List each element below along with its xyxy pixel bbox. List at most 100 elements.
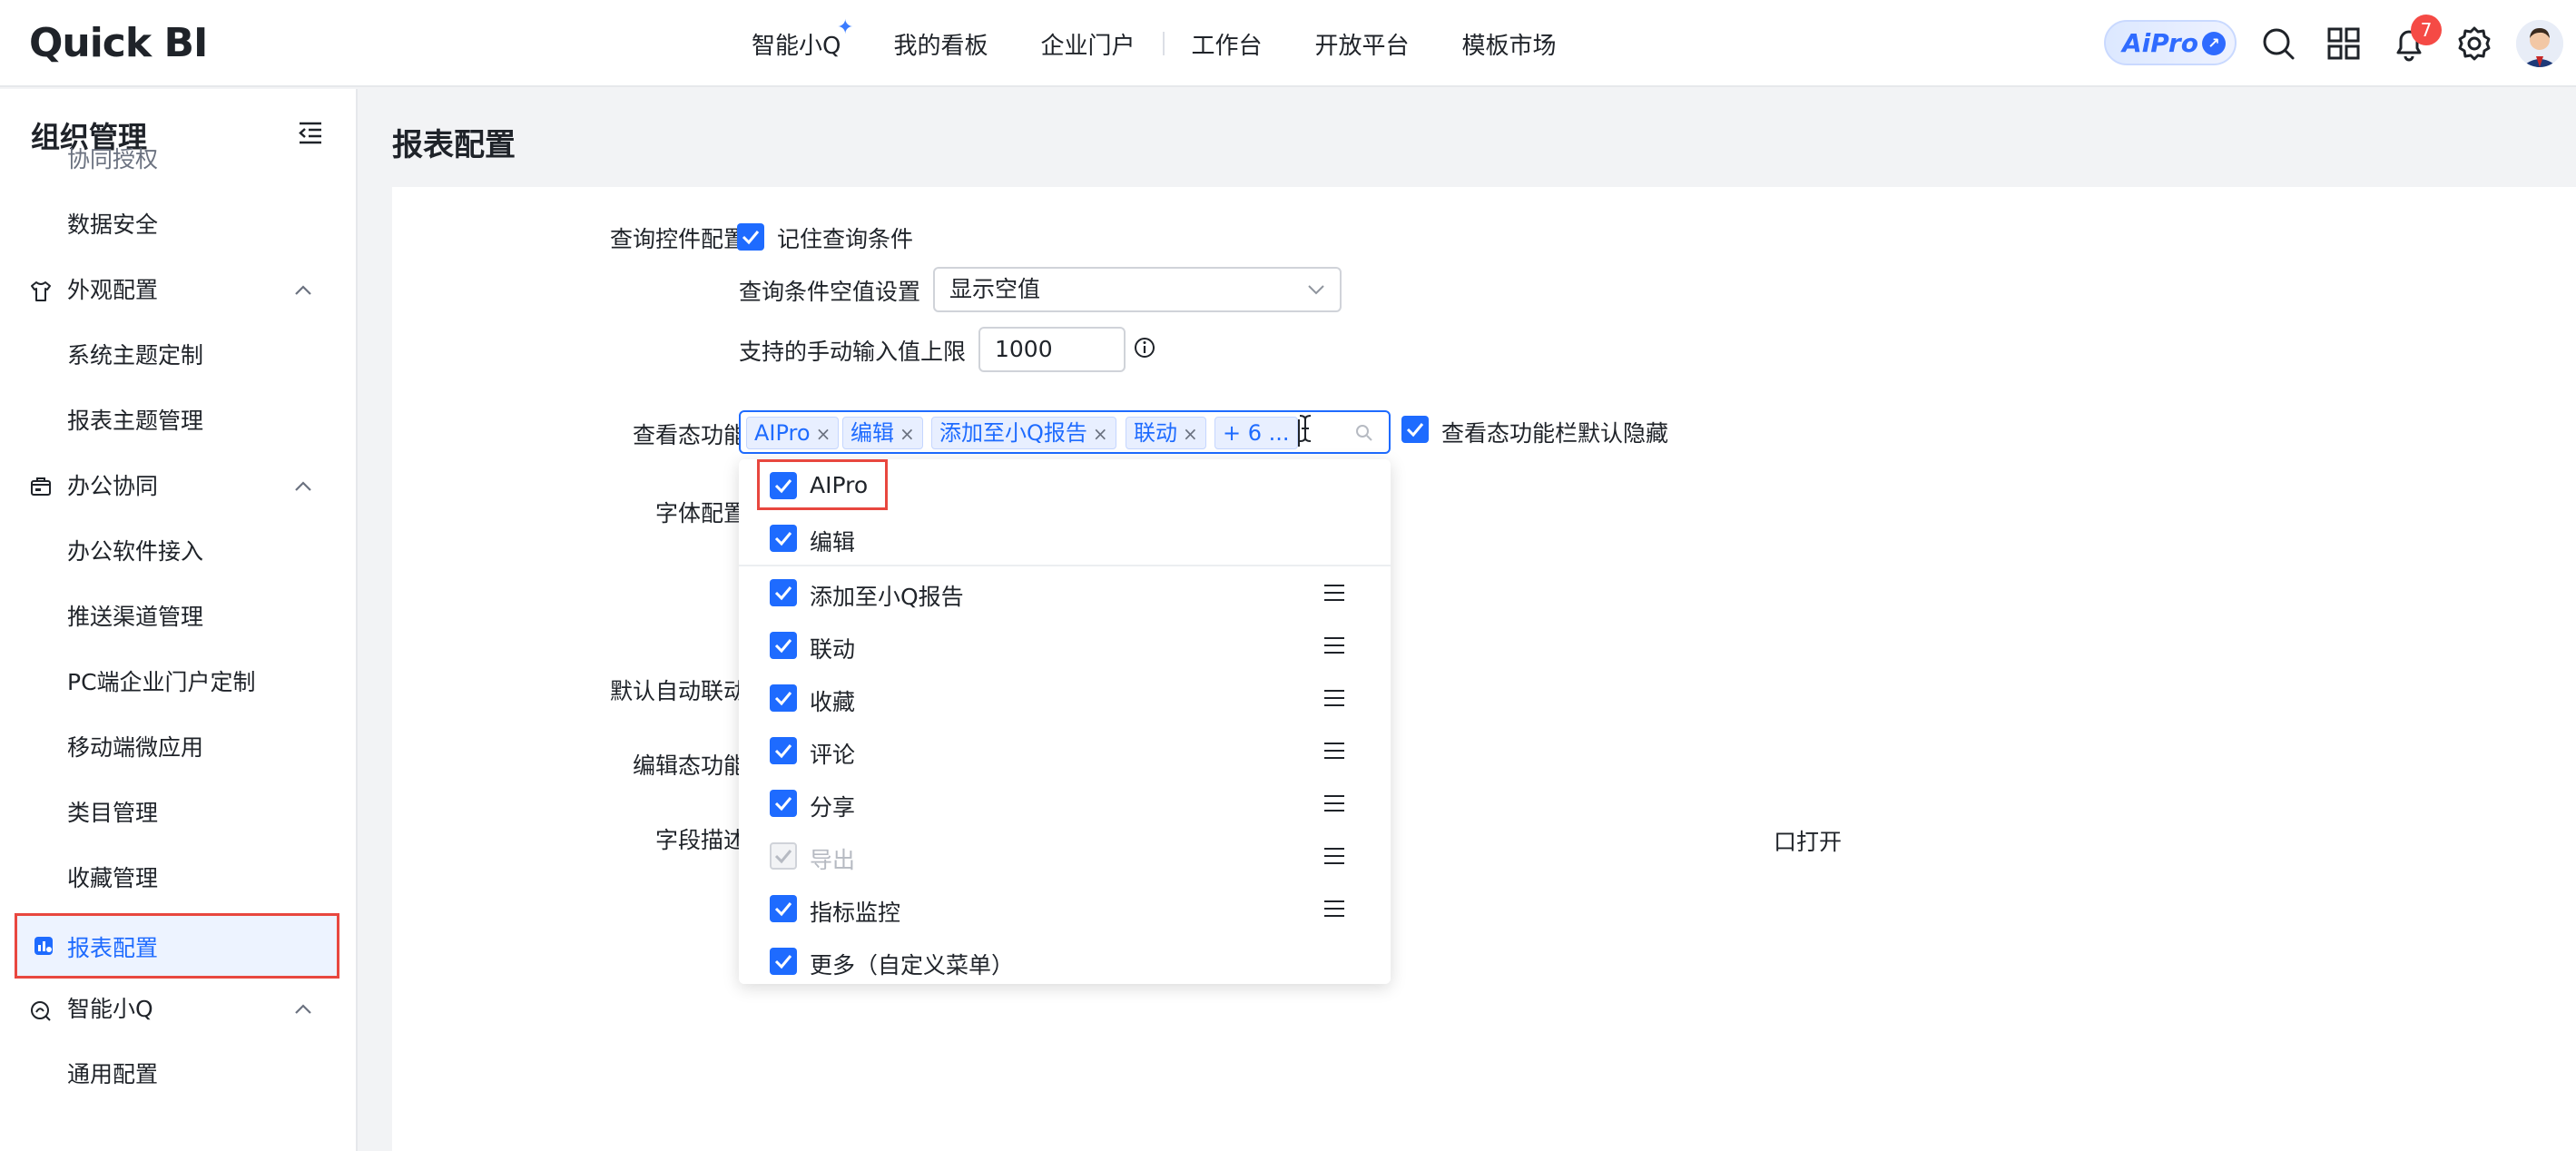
query-control-label: 查询控件配置 [609, 226, 746, 252]
sidebar-item-push-channel[interactable]: 推送渠道管理 [0, 585, 356, 650]
quick-bi-logo[interactable]: Quick BI [29, 20, 208, 66]
gear-icon[interactable] [2454, 24, 2494, 64]
sidebar-item-report-theme[interactable]: 报表主题管理 [0, 389, 356, 454]
dropdown-option-more-custom[interactable]: 更多（自定义菜单） [739, 935, 1391, 988]
settings-panel: 查询控件配置 记住查询条件 查询条件空值设置 显示空值 支持的手动输入值上限 1… [392, 187, 2576, 1151]
dropdown-option-share[interactable]: 分享 [739, 777, 1391, 830]
sidebar-item-pc-portal[interactable]: PC端企业门户定制 [0, 650, 356, 715]
notification-badge: 7 [2411, 15, 2442, 45]
option-checkbox[interactable] [770, 790, 797, 817]
page-title: 报表配置 [392, 127, 516, 163]
view-functions-label: 查看态功能 [632, 422, 746, 448]
top-nav: 智能小Q ✦ 我的看板 企业门户 工作台 开放平台 模板市场 [752, 0, 1609, 87]
dropdown-option-link[interactable]: 联动 [739, 619, 1391, 672]
sidebar-item-system-theme[interactable]: 系统主题定制 [0, 323, 356, 389]
sidebar-group-smart-q[interactable]: 智能小Q [0, 977, 356, 1042]
option-label: 更多（自定义菜单） [810, 952, 1015, 979]
apps-grid-icon[interactable] [2324, 24, 2364, 64]
close-icon[interactable]: × [1093, 423, 1108, 445]
avatar-image [2516, 20, 2563, 67]
nav-open-platform[interactable]: 开放平台 [1315, 27, 1410, 61]
option-checkbox[interactable] [770, 632, 797, 659]
sidebar-item-general-config[interactable]: 通用配置 [0, 1042, 356, 1107]
nav-template-market[interactable]: 模板市场 [1462, 27, 1557, 61]
tag-edit[interactable]: 编辑 × [842, 417, 923, 449]
option-checkbox [770, 842, 797, 870]
tag-add-to-report[interactable]: 添加至小Q报告 × [931, 417, 1116, 449]
manual-limit-input[interactable]: 1000 [978, 327, 1126, 372]
search-icon [1356, 425, 1372, 441]
sidebar-group-label: 办公协同 [67, 473, 159, 499]
sidebar-item-report-config[interactable]: 报表配置 [15, 913, 339, 979]
nav-workbench[interactable]: 工作台 [1192, 27, 1263, 61]
close-icon[interactable]: × [816, 423, 831, 445]
sidebar-group-appearance[interactable]: 外观配置 [0, 258, 356, 323]
info-icon[interactable] [1133, 336, 1156, 359]
tag-more-count[interactable]: + 6 ... [1214, 417, 1298, 449]
check-icon [774, 639, 792, 654]
sidebar-group-label: 外观配置 [67, 277, 159, 303]
option-checkbox[interactable] [770, 895, 797, 922]
aipro-button[interactable]: AiPro ↗ [2104, 20, 2237, 65]
hide-view-bar-checkbox[interactable] [1401, 416, 1429, 443]
sidebar-item-collab-auth[interactable]: 协同授权 [0, 127, 356, 192]
dropdown-option-export[interactable]: 导出 [739, 830, 1391, 882]
manual-limit-label: 支持的手动输入值上限 [739, 339, 967, 365]
chevron-down-icon [1308, 285, 1324, 295]
option-checkbox[interactable] [770, 579, 797, 606]
remember-query-label: 记住查询条件 [777, 226, 914, 252]
drag-handle-icon[interactable] [1323, 846, 1345, 866]
option-label: AIPro [810, 472, 869, 498]
dropdown-option-add-to-report[interactable]: 添加至小Q报告 [739, 566, 1391, 619]
sidebar-item-data-security[interactable]: 数据安全 [0, 192, 356, 258]
tag-aipro[interactable]: AIPro × [746, 417, 840, 449]
aipro-label: AiPro [2122, 27, 2198, 58]
check-icon [1406, 423, 1424, 438]
edit-functions-label: 编辑态功能 [632, 753, 746, 779]
option-checkbox[interactable] [770, 684, 797, 712]
dropdown-option-edit[interactable]: 编辑 [739, 512, 1391, 565]
tag-link[interactable]: 联动 × [1126, 417, 1206, 449]
check-icon [774, 902, 792, 917]
sidebar-item-mobile-app[interactable]: 移动端微应用 [0, 715, 356, 781]
search-icon[interactable] [2258, 24, 2298, 64]
dropdown-option-comment[interactable]: 评论 [739, 724, 1391, 777]
drag-handle-icon[interactable] [1323, 635, 1345, 655]
empty-setting-select[interactable]: 显示空值 [933, 267, 1342, 312]
view-functions-multiselect[interactable]: AIPro × 编辑 × 添加至小Q报告 × 联动 × + 6 ... [739, 410, 1391, 454]
option-label: 评论 [810, 742, 856, 768]
remember-query-checkbox[interactable] [737, 223, 764, 251]
nav-divider [1162, 32, 1165, 55]
check-icon [774, 692, 792, 706]
check-icon [774, 744, 792, 759]
option-checkbox[interactable] [770, 737, 797, 764]
chevron-up-icon [295, 1004, 311, 1014]
drag-handle-icon[interactable] [1323, 741, 1345, 761]
drag-handle-icon[interactable] [1323, 583, 1345, 603]
ai-q-icon [31, 1001, 51, 1021]
dropdown-option-favorite[interactable]: 收藏 [739, 672, 1391, 724]
dropdown-option-metric-monitor[interactable]: 指标监控 [739, 882, 1391, 935]
nav-my-dashboard[interactable]: 我的看板 [893, 27, 988, 61]
drag-handle-icon[interactable] [1323, 688, 1345, 708]
close-icon[interactable]: × [1183, 423, 1198, 445]
close-icon[interactable]: × [900, 423, 915, 445]
sidebar-item-category[interactable]: 类目管理 [0, 781, 356, 846]
nav-smart-q[interactable]: 智能小Q ✦ [752, 16, 853, 61]
empty-setting-label: 查询条件空值设置 [739, 279, 921, 305]
tag-label: AIPro [754, 420, 811, 446]
check-icon [774, 586, 792, 601]
check-icon [774, 850, 792, 864]
user-avatar[interactable] [2516, 20, 2563, 67]
option-checkbox[interactable] [770, 948, 797, 975]
drag-handle-icon[interactable] [1323, 793, 1345, 813]
dropdown-option-aipro[interactable]: AIPro [739, 459, 1391, 512]
drag-handle-icon[interactable] [1323, 899, 1345, 919]
option-label: 分享 [810, 794, 856, 821]
option-checkbox[interactable] [770, 525, 797, 552]
sidebar-item-favorites[interactable]: 收藏管理 [0, 846, 356, 911]
sidebar-group-office[interactable]: 办公协同 [0, 454, 356, 519]
nav-enterprise-portal[interactable]: 企业门户 [1040, 27, 1135, 61]
sidebar-item-office-software[interactable]: 办公软件接入 [0, 519, 356, 585]
option-checkbox[interactable] [770, 472, 797, 499]
